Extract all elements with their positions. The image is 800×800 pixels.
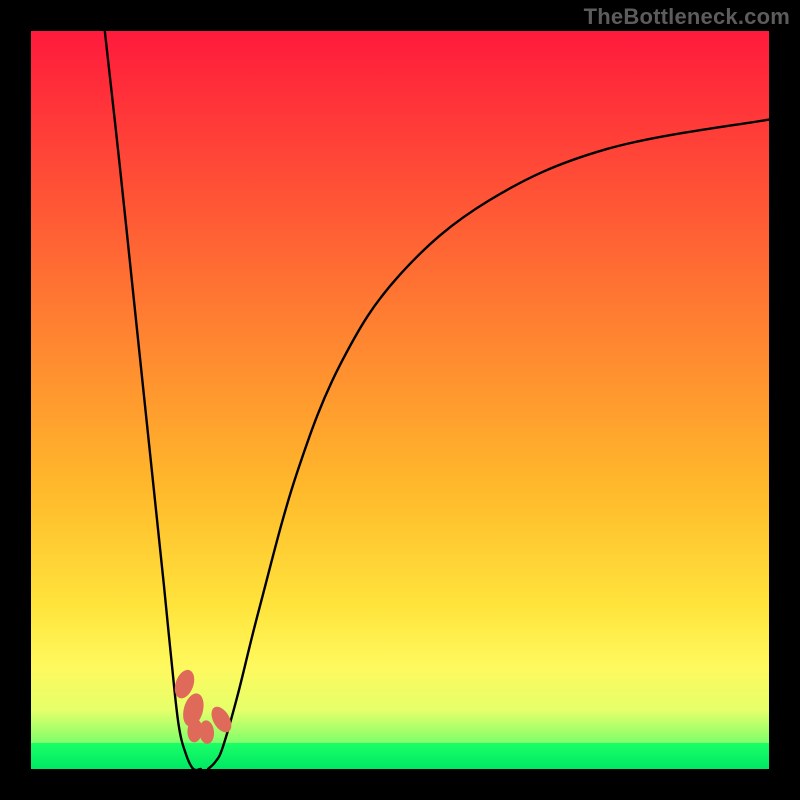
chart-stage: { "watermark": "TheBottleneck.com", "cha… xyxy=(0,0,800,800)
gradient-background xyxy=(31,31,769,769)
watermark-text: TheBottleneck.com xyxy=(584,4,790,30)
bottleneck-chart xyxy=(0,0,800,800)
